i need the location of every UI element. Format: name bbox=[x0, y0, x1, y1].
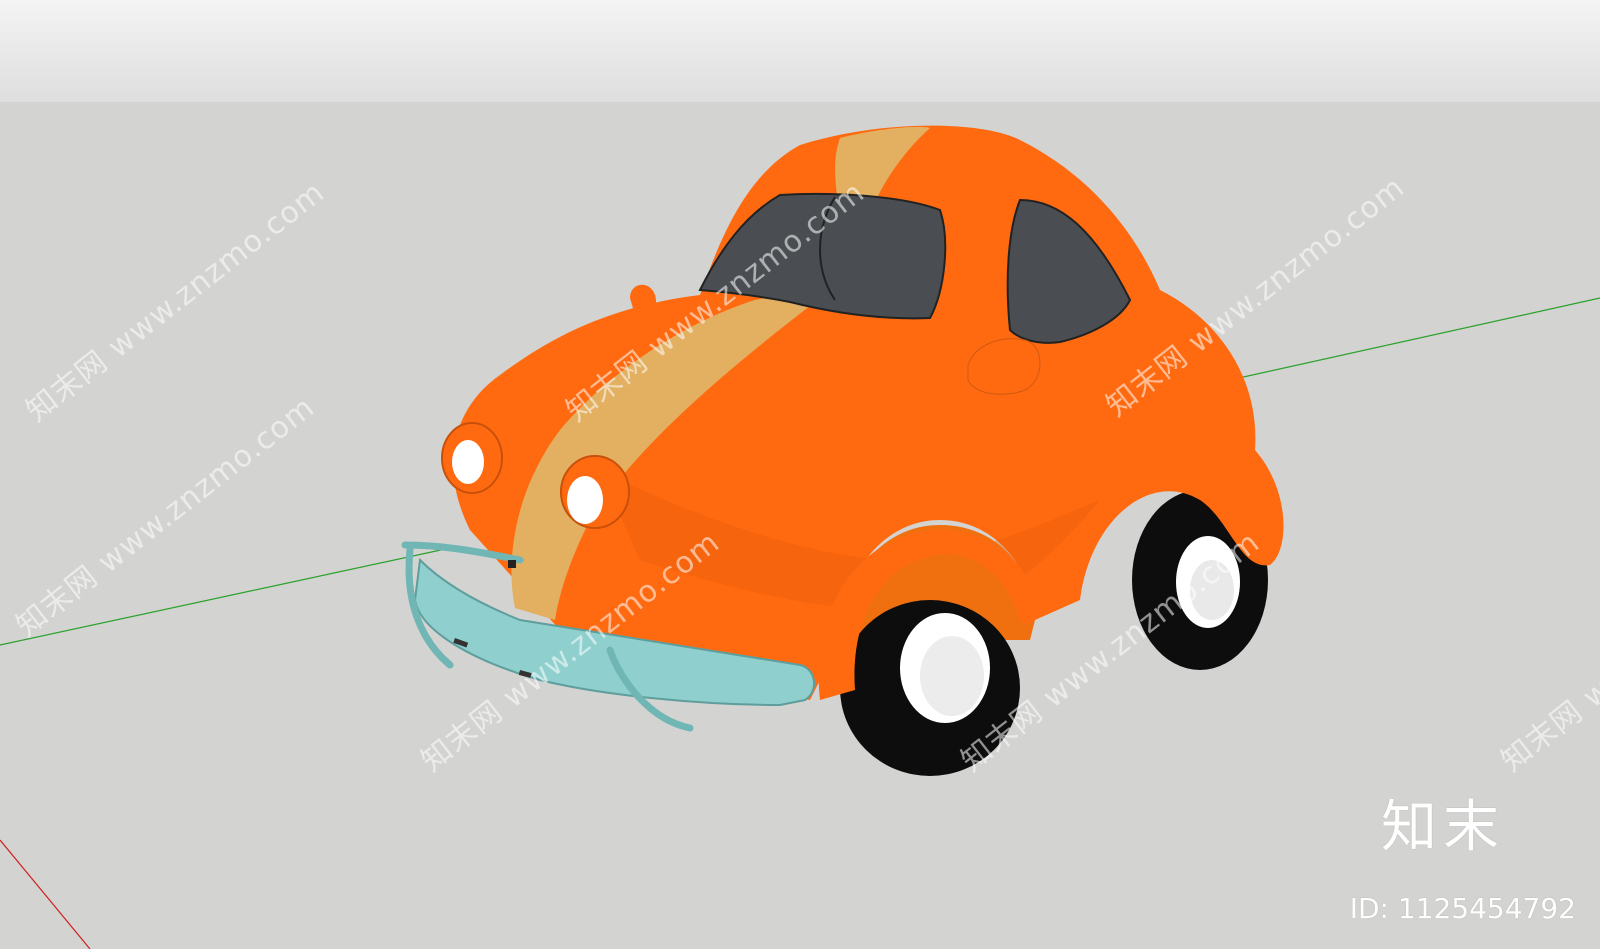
green-axis-line-right bbox=[1229, 297, 1600, 381]
model-viewport[interactable]: 知末网 www.znzmo.com 知末网 www.znzmo.com 知末网 … bbox=[0, 0, 1600, 949]
brand-logo: 知末 bbox=[1381, 795, 1505, 860]
red-axis-line bbox=[0, 839, 91, 949]
right-headlight bbox=[560, 455, 630, 529]
model-id-label: ID: 1125454792 bbox=[1349, 892, 1576, 925]
left-headlight bbox=[441, 422, 503, 494]
